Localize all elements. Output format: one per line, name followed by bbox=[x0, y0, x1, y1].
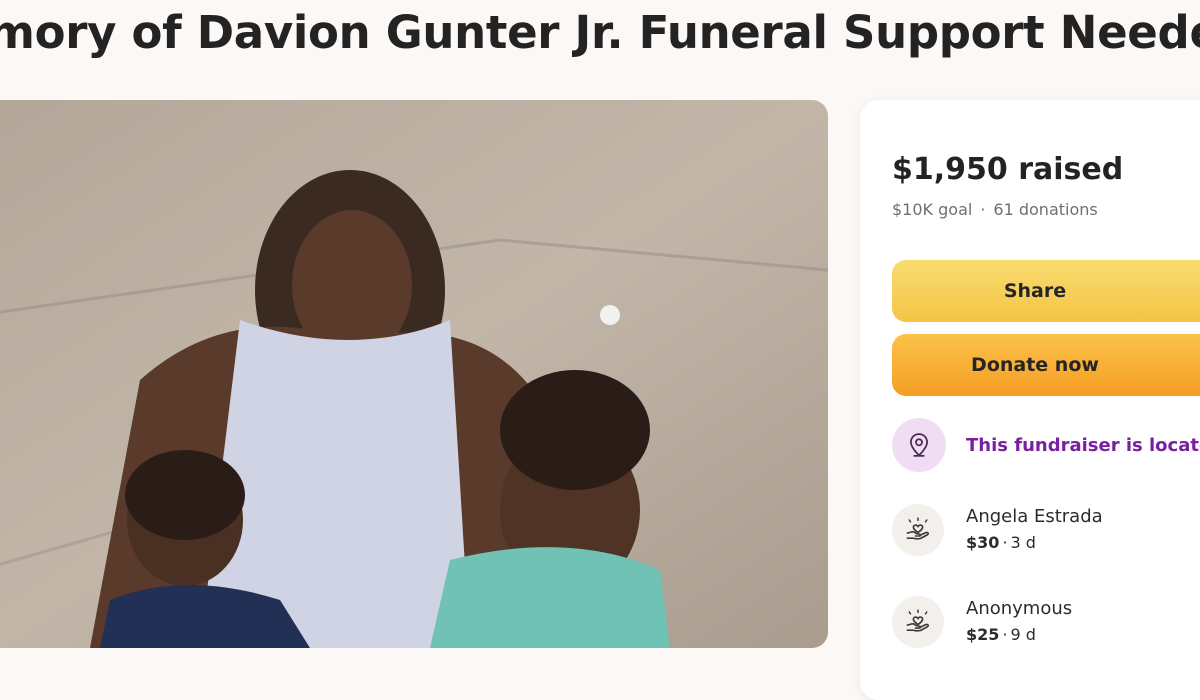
location-info[interactable]: This fundraiser is locate bbox=[892, 418, 1200, 472]
donation-time: 9 d bbox=[1010, 625, 1036, 644]
photo-icon bbox=[0, 100, 828, 648]
goal-and-count: $10K goal · 61 donations bbox=[892, 200, 1098, 219]
donation-item: Anonymous $25 · 9 d bbox=[892, 596, 1072, 648]
share-button[interactable]: Share bbox=[892, 260, 1200, 322]
meta-separator: · bbox=[980, 200, 986, 219]
heart-hand-icon bbox=[892, 504, 944, 556]
donation-time: 3 d bbox=[1010, 533, 1036, 552]
location-pin-icon bbox=[892, 418, 946, 472]
location-text[interactable]: This fundraiser is locate bbox=[966, 435, 1200, 456]
donation-separator: · bbox=[1002, 533, 1008, 552]
donor-name: Angela Estrada bbox=[966, 506, 1103, 527]
amount-raised: $1,950 raised bbox=[892, 152, 1124, 187]
heart-hand-icon bbox=[892, 596, 944, 648]
fundraiser-photo[interactable] bbox=[0, 100, 828, 648]
page-title: mory of Davion Gunter Jr. Funeral Suppor… bbox=[0, 6, 1200, 59]
donor-name: Anonymous bbox=[966, 598, 1073, 619]
donation-item: Angela Estrada $30 · 3 d bbox=[892, 504, 1103, 556]
donate-now-button[interactable]: Donate now bbox=[892, 334, 1200, 396]
donation-count: 61 donations bbox=[993, 200, 1098, 219]
donation-amount: $30 bbox=[966, 533, 1000, 552]
donation-separator: · bbox=[1002, 625, 1008, 644]
donation-amount: $25 bbox=[966, 625, 1000, 644]
donation-card: $1,950 raised $10K goal · 61 donations Sha… bbox=[860, 100, 1200, 700]
goal-text: $10K goal bbox=[892, 200, 973, 219]
